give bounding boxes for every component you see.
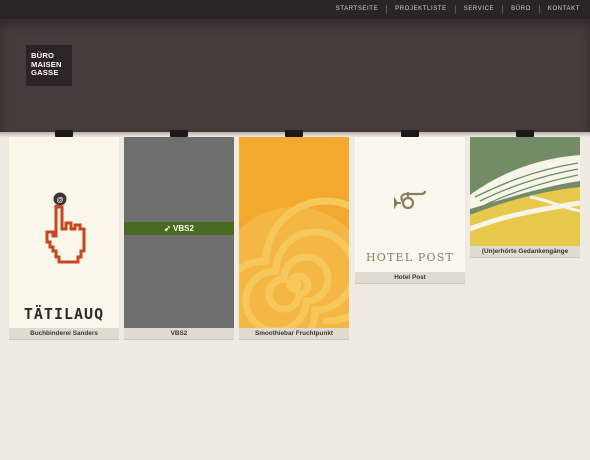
card-clip: [55, 130, 73, 137]
project-caption: Buchbinderei Sanders: [9, 328, 119, 340]
wave-stripes-icon: [470, 137, 580, 246]
main-nav: STARTSEITE PROJEKTLISTE SERVICE BÜRO KON…: [328, 0, 590, 19]
logo-line-1: BÜRO: [31, 51, 55, 60]
artwork-wordmark: VBS2: [173, 224, 194, 233]
project-artwork: @ TÄTILAUQ: [9, 137, 119, 328]
project-artwork: [239, 137, 349, 328]
nav-kontakt[interactable]: KONTAKT: [540, 0, 590, 19]
card-clip: [516, 130, 534, 137]
project-caption: Hotel Post: [355, 272, 465, 284]
card-clip: [170, 130, 188, 137]
card-clip: [285, 130, 303, 137]
project-artwork: ➹ VBS2: [124, 137, 234, 328]
pointing-hand-icon: @: [45, 192, 86, 264]
vbs-logo-band: ➹ VBS2: [124, 222, 234, 235]
vbs-arrow-icon: ➹: [164, 224, 174, 233]
project-artwork: HOTEL POST: [355, 137, 465, 272]
project-caption: (Un)erhörte Gedankengänge: [470, 246, 580, 258]
header-band: [0, 19, 590, 132]
nav-projektliste[interactable]: PROJEKTLISTE: [387, 0, 455, 19]
top-bar: STARTSEITE PROJEKTLISTE SERVICE BÜRO KON…: [0, 0, 590, 19]
artwork-wordmark: HOTEL POST: [365, 251, 455, 264]
nav-startseite[interactable]: STARTSEITE: [328, 0, 386, 19]
nav-buero[interactable]: BÜRO: [503, 0, 539, 19]
site-logo[interactable]: BÜRO MAISEN GASSE: [26, 45, 72, 86]
card-clip: [401, 130, 419, 137]
project-caption: Smoothiebar Fruchtpunkt: [239, 328, 349, 340]
svg-text:@: @: [57, 197, 64, 204]
nav-service[interactable]: SERVICE: [456, 0, 502, 19]
spiral-icon: [239, 197, 349, 328]
logo-line-3: GASSE: [31, 68, 59, 78]
post-horn-icon: [394, 190, 427, 210]
project-artwork: [470, 137, 580, 246]
artwork-wordmark: TÄTILAUQ: [23, 305, 105, 323]
project-caption: VBS2: [124, 328, 234, 340]
